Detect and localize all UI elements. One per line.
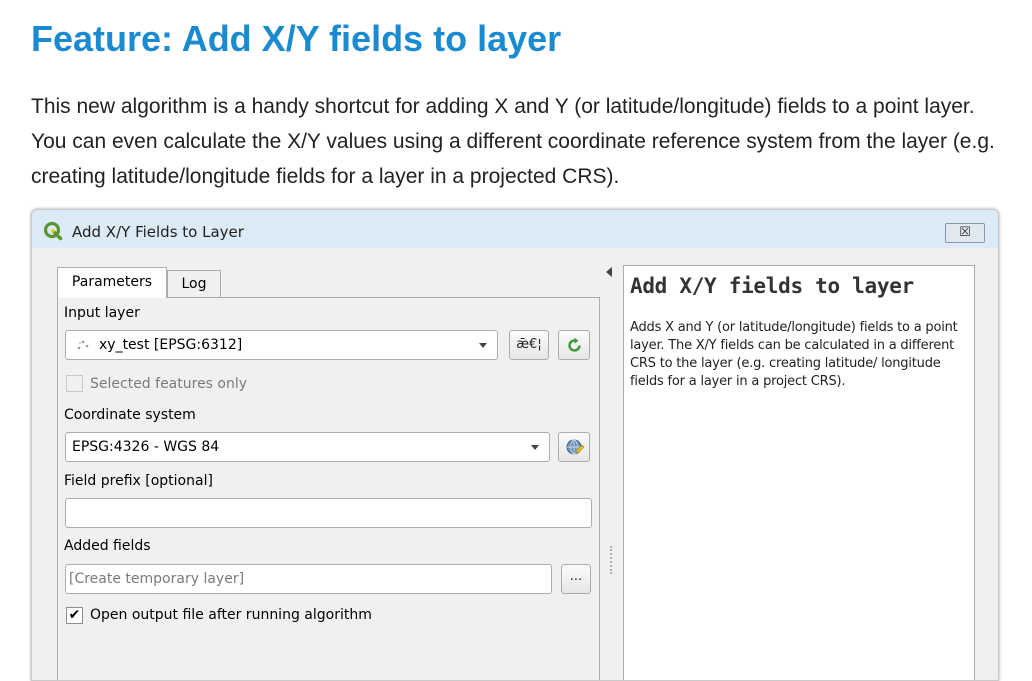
iterate-icon — [568, 337, 581, 352]
coordinate-system-label: Coordinate system — [64, 407, 196, 423]
input-layer-combo[interactable]: xy_test [EPSG:6312] — [65, 330, 498, 360]
close-button[interactable]: ☒ — [945, 223, 985, 243]
help-body: Adds X and Y (or latitude/longitude) fie… — [630, 320, 958, 389]
help-panel: Add X/Y fields to layer Adds X and Y (or… — [623, 265, 975, 680]
open-output-checkbox[interactable]: ✔ — [66, 607, 83, 624]
added-fields-input[interactable]: [Create temporary layer] — [65, 564, 552, 594]
collapse-arrow-icon[interactable] — [606, 267, 612, 277]
combo-arrow-icon — [479, 343, 487, 348]
browse-output-button[interactable]: ... — [561, 564, 591, 594]
selected-features-label: Selected features only — [90, 376, 248, 392]
crs-value: EPSG:4326 - WGS 84 — [72, 439, 220, 455]
iterate-button[interactable] — [558, 330, 590, 360]
page-heading: Feature: Add X/Y fields to layer — [31, 18, 562, 59]
field-prefix-label: Field prefix [optional] — [64, 473, 213, 489]
field-prefix-input[interactable] — [65, 498, 592, 528]
selected-features-checkbox[interactable] — [66, 375, 83, 392]
crs-combo[interactable]: EPSG:4326 - WGS 84 — [65, 432, 550, 462]
checkmark-icon: ✔ — [68, 607, 81, 623]
dialog-titlebar: Add X/Y Fields to Layer ☒ — [32, 210, 998, 248]
page-intro: This new algorithm is a handy shortcut f… — [31, 95, 995, 188]
added-fields-placeholder: [Create temporary layer] — [69, 571, 245, 587]
combo-arrow-icon — [531, 445, 539, 450]
globe-crs-icon — [566, 439, 585, 455]
splitter-handle[interactable] — [610, 546, 614, 574]
input-layer-value: xy_test [EPSG:6312] — [99, 337, 243, 353]
added-fields-label: Added fields — [64, 538, 151, 554]
point-layer-icon — [77, 340, 89, 350]
open-output-label: Open output file after running algorithm — [90, 607, 372, 623]
input-layer-options-button[interactable]: ǣ€¦ — [509, 330, 549, 360]
close-icon: ☒ — [959, 225, 971, 240]
help-title: Add X/Y fields to layer — [630, 274, 914, 298]
qgis-logo-icon — [43, 221, 63, 241]
dialog-title: Add X/Y Fields to Layer — [72, 223, 244, 241]
select-crs-button[interactable] — [558, 432, 590, 462]
tab-log[interactable]: Log — [167, 270, 221, 298]
tab-parameters[interactable]: Parameters — [57, 267, 167, 298]
input-layer-label: Input layer — [64, 305, 140, 321]
add-xy-fields-dialog: Add X/Y Fields to Layer ☒ Parameters Log… — [31, 209, 999, 681]
